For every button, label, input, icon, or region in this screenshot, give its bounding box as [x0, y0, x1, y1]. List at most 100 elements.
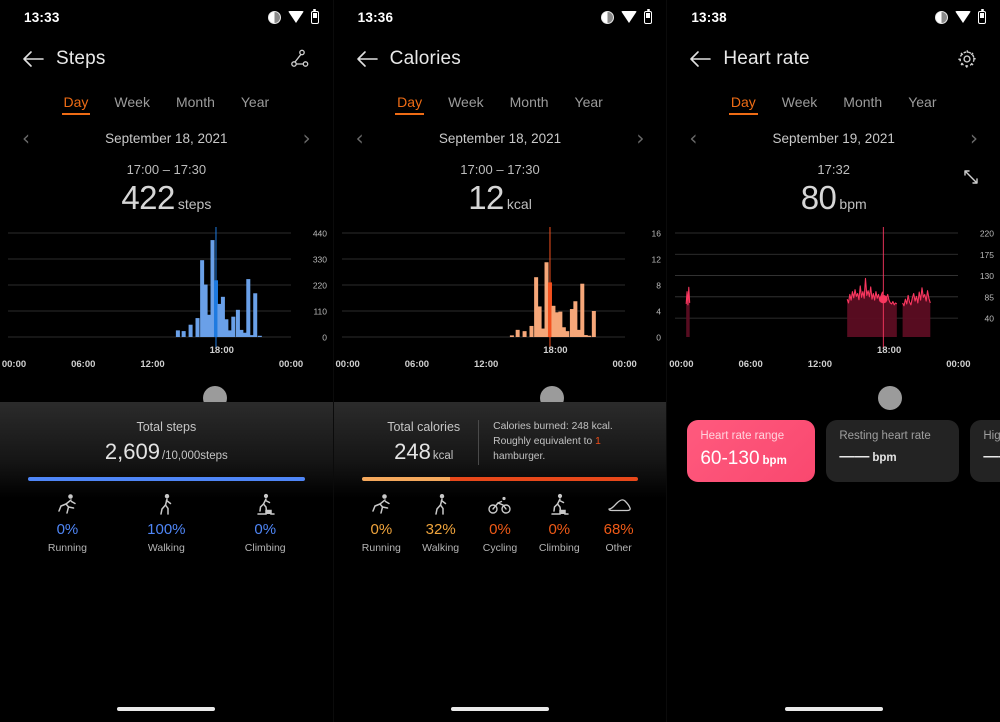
svg-text:440: 440	[313, 229, 327, 239]
heart-rate-chart[interactable]: 40 85 130 175 220	[667, 225, 1000, 350]
x-tick-label: 00:00	[278, 359, 304, 370]
note-line-3: hamburger.	[493, 450, 546, 462]
prev-day-button[interactable]: ‹	[689, 128, 697, 148]
breakdown-pct-climbing: 0%	[254, 521, 277, 538]
status-time: 13:33	[24, 9, 60, 25]
breakdown-item-other: 68% Other	[592, 492, 646, 554]
battery-icon	[978, 8, 987, 24]
expand-button[interactable]	[958, 164, 984, 190]
headline-main: 422 steps	[0, 179, 333, 217]
running-icon	[370, 492, 392, 518]
card-value-resting: ——	[839, 448, 870, 465]
total-steps-block: Total steps 2,609/10,000steps	[105, 420, 228, 465]
headline-timerange: 17:00 – 17:30	[460, 162, 540, 177]
current-date: September 18, 2021	[438, 130, 562, 146]
tab-month[interactable]: Month	[176, 94, 215, 115]
steps-chart[interactable]: 0 110 220 330 440	[0, 225, 333, 350]
svg-text:330: 330	[313, 255, 327, 265]
status-icons	[267, 8, 319, 24]
tab-week[interactable]: Week	[448, 94, 484, 115]
three-phone-screenshots: 13:33 Steps Day Week Month Year ‹ Septem…	[0, 0, 1000, 722]
headline-unit: kcal	[506, 196, 532, 212]
app-bar: Heart rate	[667, 34, 1000, 84]
share-button[interactable]	[283, 42, 317, 76]
next-day-button[interactable]: ›	[970, 128, 978, 148]
breakdown-item-climbing: 0% Climbing	[234, 492, 296, 554]
headline-value: 80	[800, 179, 837, 216]
headline-main: 80 bpm	[667, 179, 1000, 217]
tab-day[interactable]: Day	[61, 94, 91, 115]
total-calories-value-row: 248 kcal	[387, 439, 460, 465]
headline-value: 12	[468, 179, 504, 216]
prev-day-button[interactable]: ‹	[22, 128, 30, 148]
calories-chart[interactable]: 0 4 8 12 16	[334, 225, 667, 350]
climbing-icon	[548, 492, 570, 518]
prev-day-button[interactable]: ‹	[356, 128, 364, 148]
headline-calories: 17:00 – 17:30 12 kcal	[334, 162, 667, 217]
steps-bar-chart-svg: 0 110 220 330 440	[8, 227, 327, 349]
expand-icon	[964, 170, 978, 184]
svg-text:220: 220	[980, 229, 994, 239]
breakdown-item-walking: 32% Walking	[414, 492, 468, 554]
tab-year[interactable]: Year	[908, 94, 936, 115]
back-button[interactable]	[350, 42, 384, 76]
note-line-1: Calories burned: 248 kcal.	[493, 421, 613, 432]
wifi-icon	[955, 11, 972, 23]
x-tick-label: 12:00	[474, 359, 499, 370]
page-title: Steps	[56, 48, 106, 69]
scrubber-knob[interactable]	[878, 386, 903, 410]
total-calories-label: Total calories	[387, 420, 461, 434]
status-time: 13:36	[357, 9, 394, 25]
back-button[interactable]	[683, 42, 717, 76]
card-unit-resting: bpm	[872, 452, 897, 464]
date-navigator: ‹ September 19, 2021 ›	[667, 128, 1000, 148]
breakdown-item-running: 0% Running	[354, 492, 408, 554]
walking-icon	[156, 492, 176, 518]
status-icons	[935, 8, 987, 24]
tab-week[interactable]: Week	[782, 94, 818, 115]
breakdown-name-running: Running	[47, 542, 87, 554]
headline-time: 17:32	[817, 162, 850, 177]
tab-year[interactable]: Year	[575, 94, 603, 115]
card-value-high: ——	[983, 448, 1000, 465]
svg-text:85: 85	[985, 292, 995, 302]
date-navigator: ‹ September 18, 2021 ›	[0, 128, 333, 148]
breakdown-name-climbing: Climbing	[244, 542, 286, 554]
steps-progress-bar	[28, 477, 305, 481]
card-high-heart-rate[interactable]: High ——bp	[970, 420, 1000, 482]
share-icon	[290, 49, 309, 67]
tab-month[interactable]: Month	[843, 94, 882, 115]
back-arrow-icon	[23, 51, 44, 67]
steps-scrubber[interactable]	[0, 386, 333, 410]
card-value-row-range: 60-130 bpm	[700, 448, 802, 470]
wifi-icon	[287, 11, 304, 23]
calories-scrubber[interactable]	[334, 386, 667, 410]
current-date: September 19, 2021	[772, 130, 895, 146]
back-button[interactable]	[16, 42, 50, 76]
settings-button[interactable]	[950, 42, 984, 76]
breakdown-name-climbing: Climbing	[538, 542, 580, 554]
page-title: Calories	[389, 48, 461, 69]
dnd-icon	[935, 10, 949, 24]
card-heart-rate-range[interactable]: Heart rate range 60-130 bpm	[687, 420, 816, 482]
breakdown-item-climbing: 0% Climbing	[532, 492, 586, 554]
tab-month[interactable]: Month	[510, 94, 549, 115]
note-highlight: 1	[595, 435, 601, 447]
next-day-button[interactable]: ›	[303, 128, 311, 148]
heart-rate-scrubber[interactable]	[667, 386, 1000, 410]
headline-unit: bpm	[839, 196, 867, 212]
tab-day[interactable]: Day	[728, 94, 758, 115]
back-arrow-icon	[690, 51, 712, 67]
card-resting-heart-rate[interactable]: Resting heart rate —— bpm	[826, 420, 960, 482]
shoe-icon	[606, 492, 632, 518]
svg-text:8: 8	[656, 281, 661, 291]
x-tick-label: 06:00	[71, 359, 96, 370]
svg-text:175: 175	[980, 250, 994, 260]
tab-year[interactable]: Year	[241, 94, 269, 115]
x-tick-label: 00:00	[669, 359, 694, 370]
tab-day[interactable]: Day	[395, 94, 424, 115]
breakdown-pct-running: 0%	[370, 521, 393, 538]
next-day-button[interactable]: ›	[636, 128, 644, 148]
tab-week[interactable]: Week	[114, 94, 150, 115]
status-bar: 13:38	[667, 0, 1000, 34]
